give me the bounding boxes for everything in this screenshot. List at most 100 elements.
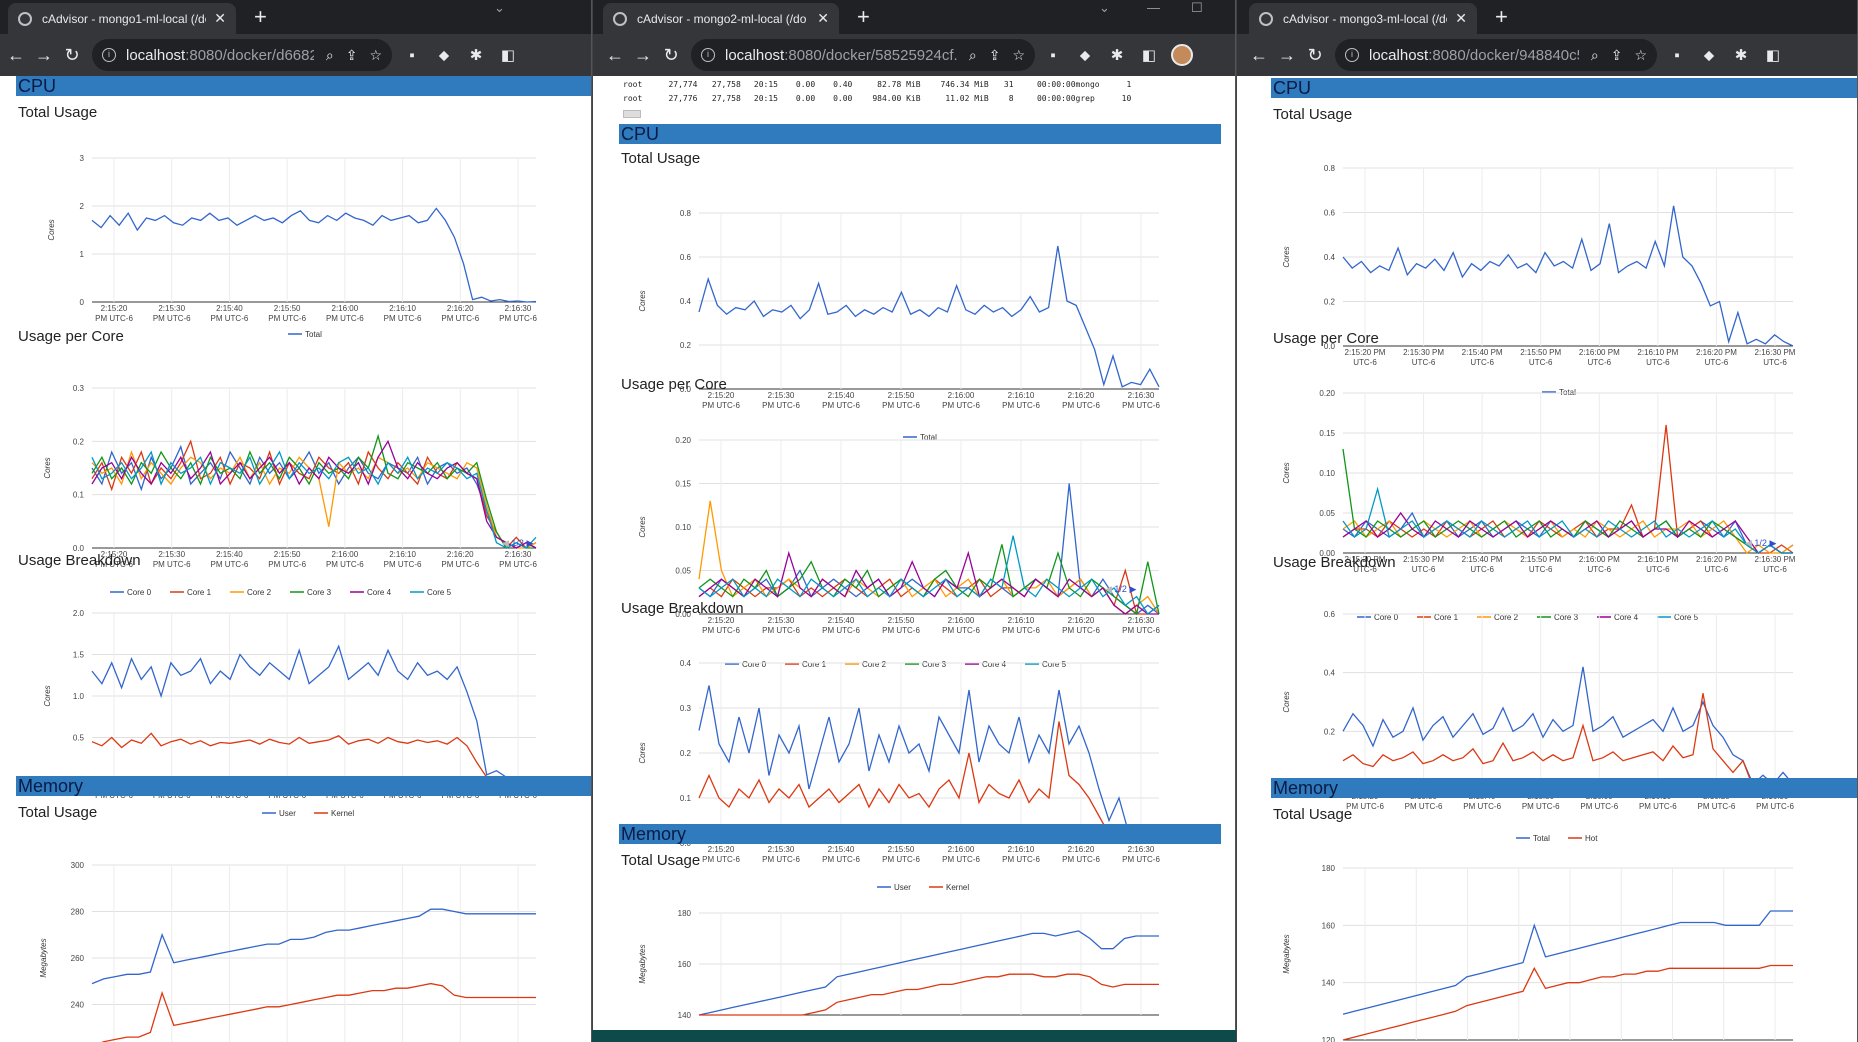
forward-icon[interactable]: → — [629, 45, 657, 66]
process-cell: 27,774 — [668, 80, 698, 89]
line-chart: 0.000.050.100.150.202:15:20 PM UTC-62:15:… — [638, 436, 1160, 669]
memory-section-header: Memory — [16, 776, 591, 796]
y-tick-label: 2 — [80, 202, 85, 211]
prev-page-icon[interactable]: ◀ — [1105, 584, 1114, 594]
dropbox-icon[interactable]: ⬥ — [1069, 47, 1101, 64]
avatar-icon[interactable] — [1171, 44, 1193, 66]
info-icon[interactable]: i — [102, 48, 116, 62]
minimize-icon[interactable]: — — [1147, 0, 1160, 15]
legend-pager[interactable]: ◀ 1/2 ▶ — [1745, 538, 1776, 549]
y-tick-label: 0.10 — [675, 523, 691, 532]
puzzle-icon[interactable]: ✱ — [1725, 46, 1757, 64]
puzzle-icon[interactable]: ✱ — [460, 46, 492, 64]
close-icon[interactable]: ✕ — [817, 10, 829, 27]
y-tick-label: 180 — [678, 909, 692, 918]
x-tick-label: 2:16:30 PM UTC-6 — [1755, 348, 1796, 367]
process-cell: root — [623, 80, 643, 89]
legend-label: User — [279, 809, 296, 818]
process-table-row: root 27,776 27,758 20:15 0.00 0.00 984.00 KiB 1… — [623, 92, 1131, 106]
process-cell: root — [623, 94, 643, 103]
y-axis-label: Cores — [43, 685, 52, 706]
process-cell: 0.00 — [833, 94, 853, 103]
forward-icon[interactable]: → — [1273, 45, 1301, 66]
maximize-icon[interactable]: ☐ — [1191, 0, 1203, 16]
y-axis-label: Cores — [1282, 462, 1291, 483]
info-icon[interactable]: i — [1345, 48, 1359, 62]
url-text: localhost:8080/docker/d66820fc4... — [126, 46, 314, 64]
chevron-down-icon[interactable]: ⌄ — [494, 0, 505, 16]
sidepanel-icon[interactable]: ◧ — [492, 46, 524, 64]
x-tick-label: 2:15:30PM UTC-6 — [153, 304, 191, 323]
browser-tab[interactable]: cAdvisor - mongo2-ml-local (/do ✕ — [603, 3, 839, 34]
prev-page-icon[interactable]: ◀ — [1745, 538, 1754, 548]
zoom-icon[interactable]: ⌕ — [1591, 47, 1599, 64]
zoom-icon[interactable]: ⌕ — [326, 47, 334, 64]
process-cell: 27,758 — [711, 80, 741, 89]
y-tick-label: 0.2 — [73, 437, 85, 446]
legend-label: Core 2 — [247, 588, 272, 597]
reload-icon[interactable]: ↻ — [657, 45, 685, 66]
x-tick-label: 2:16:30PM UTC-6 — [1122, 845, 1160, 864]
address-bar[interactable]: i localhost:8080/docker/d66820fc4... ⌕ ⇪… — [92, 39, 392, 71]
extension-icon[interactable]: ▪ — [1037, 47, 1069, 64]
x-tick-label: 2:15:30PM UTC-6 — [762, 616, 800, 635]
series-line — [698, 245, 1160, 388]
x-tick-label: 2:16:00 PM UTC-6 — [1579, 348, 1620, 367]
next-page-icon[interactable]: ▶ — [1127, 584, 1136, 594]
browser-tab[interactable]: cAdvisor - mongo1-ml-local (/do ✕ — [8, 3, 236, 34]
star-icon[interactable]: ☆ — [1634, 47, 1647, 64]
back-icon[interactable]: ← — [1245, 45, 1273, 66]
x-tick-label: 2:16:00PM UTC-6 — [326, 304, 364, 323]
x-tick-label: 2:15:20PM UTC-6 — [702, 845, 740, 864]
legend-pager[interactable]: ◀ 1/2 ▶ — [502, 538, 533, 549]
share-icon[interactable]: ⇪ — [346, 47, 358, 64]
process-cell: grep — [1075, 94, 1095, 103]
next-page-icon[interactable]: ▶ — [524, 538, 533, 548]
y-tick-label: 0.4 — [680, 659, 692, 668]
plus-icon[interactable]: + — [857, 5, 870, 29]
back-icon[interactable]: ← — [601, 45, 629, 66]
back-icon[interactable]: ← — [2, 45, 30, 66]
globe-icon — [613, 11, 627, 26]
y-axis-label: Cores — [638, 742, 647, 763]
plus-icon[interactable]: + — [1495, 5, 1508, 29]
address-bar[interactable]: i localhost:8080/docker/948840c51d3f... … — [1335, 39, 1657, 71]
next-page-icon[interactable]: ▶ — [1767, 538, 1776, 548]
reload-icon[interactable]: ↻ — [1301, 45, 1329, 66]
legend-pager[interactable]: ◀ 1/2 ▶ — [1105, 584, 1136, 595]
info-icon[interactable]: i — [701, 48, 715, 62]
forward-icon[interactable]: → — [30, 45, 58, 66]
dropbox-icon[interactable]: ⬥ — [428, 47, 460, 64]
extension-icon[interactable]: ▪ — [1661, 47, 1693, 64]
horizontal-scrollbar[interactable] — [623, 110, 641, 118]
extension-icon[interactable]: ▪ — [396, 47, 428, 64]
total-usage-heading: Total Usage — [18, 104, 98, 121]
legend-label: Hot — [1585, 834, 1598, 843]
process-cell: 20:15 — [753, 94, 778, 103]
sidepanel-icon[interactable]: ◧ — [1757, 46, 1789, 64]
plus-icon[interactable]: + — [254, 5, 267, 29]
star-icon[interactable]: ☆ — [369, 47, 382, 64]
prev-page-icon[interactable]: ◀ — [502, 538, 511, 548]
puzzle-icon[interactable]: ✱ — [1101, 46, 1133, 64]
zoom-icon[interactable]: ⌕ — [969, 47, 977, 64]
chevron-down-icon[interactable]: ⌄ — [1099, 0, 1110, 16]
reload-icon[interactable]: ↻ — [58, 45, 86, 66]
close-icon[interactable]: ✕ — [214, 10, 226, 27]
tab-title: cAdvisor - mongo1-ml-local (/do — [42, 11, 207, 26]
x-tick-label: 2:15:50PM UTC-6 — [882, 391, 920, 410]
browser-tab[interactable]: cAdvisor - mongo3-ml-local (/do ✕ — [1249, 3, 1477, 34]
share-icon[interactable]: ⇪ — [1611, 47, 1623, 64]
close-icon[interactable]: ✕ — [1455, 10, 1467, 27]
x-tick-label: 2:15:20PM UTC-6 — [702, 616, 740, 635]
share-icon[interactable]: ⇪ — [989, 47, 1001, 64]
y-tick-label: 0.20 — [1319, 389, 1335, 398]
browser-window-3: cAdvisor - mongo3-ml-local (/do ✕ + ← → … — [1236, 0, 1858, 1042]
x-tick-label: 2:15:50PM UTC-6 — [882, 845, 920, 864]
dropbox-icon[interactable]: ⬥ — [1693, 47, 1725, 64]
address-bar[interactable]: i localhost:8080/docker/58525924cf... ⌕ … — [691, 39, 1035, 71]
star-icon[interactable]: ☆ — [1012, 47, 1025, 64]
sidepanel-icon[interactable]: ◧ — [1133, 46, 1165, 64]
x-tick-label: 2:16:00PM UTC-6 — [942, 391, 980, 410]
x-tick-label: 2:15:40PM UTC-6 — [822, 391, 860, 410]
